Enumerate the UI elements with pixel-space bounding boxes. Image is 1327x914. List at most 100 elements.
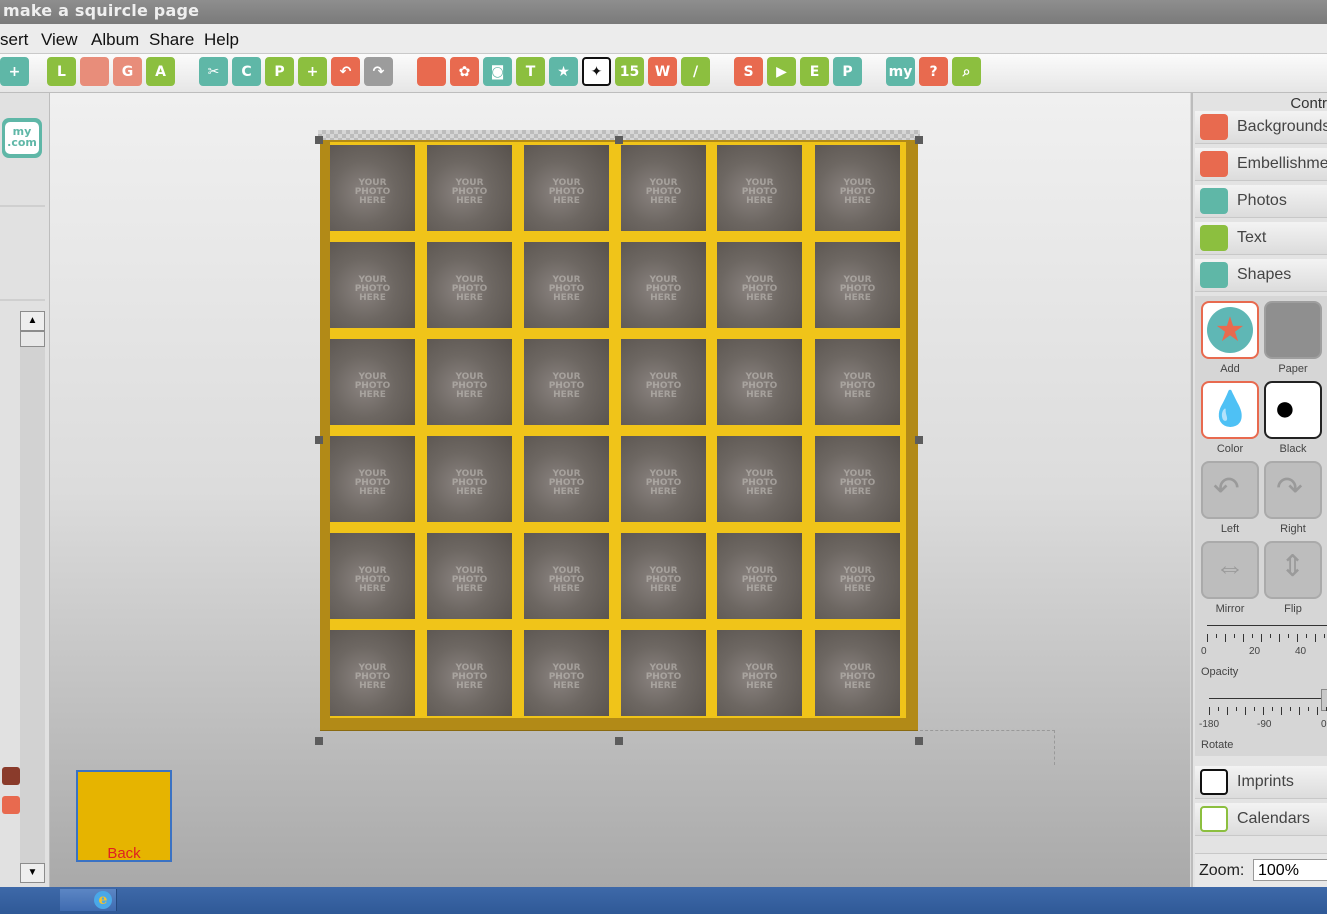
category-calendars[interactable]: Calendars bbox=[1195, 803, 1327, 836]
menu-view[interactable]: View bbox=[41, 30, 78, 50]
category-shapes[interactable]: Shapes bbox=[1195, 259, 1327, 292]
embellishments-icon[interactable]: ✿ bbox=[450, 57, 479, 86]
category-embellishmer[interactable]: Embellishmer bbox=[1195, 148, 1327, 181]
photo-placeholder[interactable]: YOUR PHOTO HERE bbox=[621, 533, 706, 619]
photo-placeholder[interactable]: YOUR PHOTO HERE bbox=[815, 145, 900, 231]
photo-placeholder[interactable]: YOUR PHOTO HERE bbox=[717, 145, 802, 231]
tool-flip[interactable]: ⇕ bbox=[1264, 541, 1322, 599]
photo-placeholder[interactable]: YOUR PHOTO HERE bbox=[621, 436, 706, 522]
photo-placeholder[interactable]: YOUR PHOTO HERE bbox=[427, 339, 512, 425]
photo-placeholder[interactable]: YOUR PHOTO HERE bbox=[524, 533, 609, 619]
scrollbar[interactable]: ▲ ▼ bbox=[20, 311, 45, 883]
page-icon[interactable] bbox=[2, 767, 20, 785]
category-backgrounds[interactable]: Backgrounds bbox=[1195, 111, 1327, 144]
scroll-up-button[interactable]: ▲ bbox=[20, 311, 45, 331]
brush-icon[interactable]: / bbox=[681, 57, 710, 86]
photo-placeholder[interactable]: YOUR PHOTO HERE bbox=[330, 339, 415, 425]
photo-placeholder[interactable]: YOUR PHOTO HERE bbox=[427, 630, 512, 716]
book-icon[interactable] bbox=[2, 796, 20, 814]
category-text[interactable]: Text bbox=[1195, 222, 1327, 255]
print-icon[interactable]: P bbox=[833, 57, 862, 86]
text-icon[interactable]: T bbox=[516, 57, 545, 86]
add-page-icon[interactable]: + bbox=[0, 57, 29, 86]
resize-handle[interactable] bbox=[615, 136, 623, 144]
category-imprints[interactable]: Imprints bbox=[1195, 766, 1327, 799]
align-icon[interactable]: A bbox=[146, 57, 175, 86]
tool-left[interactable]: ↶ bbox=[1201, 461, 1259, 519]
photo-placeholder[interactable]: YOUR PHOTO HERE bbox=[621, 145, 706, 231]
tool-color[interactable]: 💧 bbox=[1201, 381, 1259, 439]
photos-icon[interactable]: ◙ bbox=[483, 57, 512, 86]
scroll-thumb[interactable] bbox=[20, 331, 45, 347]
ruler-icon[interactable] bbox=[80, 57, 109, 86]
menu-help[interactable]: Help bbox=[204, 30, 239, 50]
photo-placeholder[interactable]: YOUR PHOTO HERE bbox=[427, 242, 512, 328]
duplicate-icon[interactable]: + bbox=[298, 57, 327, 86]
resize-handle[interactable] bbox=[315, 136, 323, 144]
tool-right[interactable]: ↷ bbox=[1264, 461, 1322, 519]
photo-placeholder[interactable]: YOUR PHOTO HERE bbox=[815, 630, 900, 716]
photo-placeholder[interactable]: YOUR PHOTO HERE bbox=[717, 533, 802, 619]
rotate-slider[interactable] bbox=[1209, 698, 1327, 699]
photo-placeholder[interactable]: YOUR PHOTO HERE bbox=[330, 630, 415, 716]
copy-icon[interactable]: C bbox=[232, 57, 261, 86]
tool-add[interactable]: ★ bbox=[1201, 301, 1259, 359]
photo-placeholder[interactable]: YOUR PHOTO HERE bbox=[717, 242, 802, 328]
mycom-icon[interactable]: my bbox=[886, 57, 915, 86]
menu-share[interactable]: Share bbox=[149, 30, 194, 50]
resize-handle[interactable] bbox=[915, 436, 923, 444]
menu-insert[interactable]: sert bbox=[0, 30, 28, 50]
menu-album[interactable]: Album bbox=[91, 30, 139, 50]
photo-placeholder[interactable]: YOUR PHOTO HERE bbox=[524, 145, 609, 231]
help-icon[interactable]: ? bbox=[919, 57, 948, 86]
photo-placeholder[interactable]: YOUR PHOTO HERE bbox=[717, 436, 802, 522]
photo-placeholder[interactable]: YOUR PHOTO HERE bbox=[815, 533, 900, 619]
photo-placeholder[interactable]: YOUR PHOTO HERE bbox=[621, 630, 706, 716]
resize-handle[interactable] bbox=[315, 436, 323, 444]
photo-placeholder[interactable]: YOUR PHOTO HERE bbox=[330, 436, 415, 522]
photo-placeholder[interactable]: YOUR PHOTO HERE bbox=[427, 436, 512, 522]
paste-icon[interactable]: P bbox=[265, 57, 294, 86]
photo-placeholder[interactable]: YOUR PHOTO HERE bbox=[330, 145, 415, 231]
photo-placeholder[interactable]: YOUR PHOTO HERE bbox=[815, 339, 900, 425]
calendar-icon[interactable]: 15 bbox=[615, 57, 644, 86]
taskbar-button[interactable]: e bbox=[60, 889, 117, 911]
photo-placeholder[interactable]: YOUR PHOTO HERE bbox=[427, 145, 512, 231]
photo-placeholder[interactable]: YOUR PHOTO HERE bbox=[815, 436, 900, 522]
slideshow-icon[interactable]: ▶ bbox=[767, 57, 796, 86]
mycom-button[interactable]: my .com bbox=[2, 118, 42, 158]
resize-handle[interactable] bbox=[615, 737, 623, 745]
photo-placeholder[interactable]: YOUR PHOTO HERE bbox=[524, 630, 609, 716]
photo-placeholder[interactable]: YOUR PHOTO HERE bbox=[524, 436, 609, 522]
wordart-icon[interactable]: W bbox=[648, 57, 677, 86]
photo-placeholder[interactable]: YOUR PHOTO HERE bbox=[621, 242, 706, 328]
photo-placeholder[interactable]: YOUR PHOTO HERE bbox=[717, 630, 802, 716]
photo-placeholder[interactable]: YOUR PHOTO HERE bbox=[427, 533, 512, 619]
undo-icon[interactable]: ↶ bbox=[331, 57, 360, 86]
imprints-icon[interactable]: ✦ bbox=[582, 57, 611, 86]
photo-grid[interactable]: YOUR PHOTO HERE YOUR PHOTO HERE YOUR PHOTO HERE Y… bbox=[330, 142, 906, 718]
internet-explorer-icon[interactable]: e bbox=[94, 891, 112, 909]
tool-mirror[interactable]: ⇔ bbox=[1201, 541, 1259, 599]
photo-placeholder[interactable]: YOUR PHOTO HERE bbox=[815, 242, 900, 328]
page-thumbnail[interactable]: Back bbox=[76, 770, 172, 862]
zoom-icon[interactable]: ⌕ bbox=[952, 57, 981, 86]
guides-icon[interactable]: G bbox=[113, 57, 142, 86]
photo-placeholder[interactable]: YOUR PHOTO HERE bbox=[524, 242, 609, 328]
photo-placeholder[interactable]: YOUR PHOTO HERE bbox=[621, 339, 706, 425]
backgrounds-icon[interactable] bbox=[417, 57, 446, 86]
redo-icon[interactable]: ↷ bbox=[364, 57, 393, 86]
resize-handle[interactable] bbox=[915, 136, 923, 144]
zoom-input[interactable]: 100% bbox=[1253, 859, 1327, 881]
photo-placeholder[interactable]: YOUR PHOTO HERE bbox=[717, 339, 802, 425]
tool-paper[interactable] bbox=[1264, 301, 1322, 359]
export-icon[interactable]: E bbox=[800, 57, 829, 86]
photo-placeholder[interactable]: YOUR PHOTO HERE bbox=[330, 242, 415, 328]
spellcheck-icon[interactable]: S bbox=[734, 57, 763, 86]
resize-handle[interactable] bbox=[315, 737, 323, 745]
photo-placeholder[interactable]: YOUR PHOTO HERE bbox=[330, 533, 415, 619]
tool-black[interactable]: ● bbox=[1264, 381, 1322, 439]
category-photos[interactable]: Photos bbox=[1195, 185, 1327, 218]
layout-icon[interactable]: L bbox=[47, 57, 76, 86]
shapes-icon[interactable]: ★ bbox=[549, 57, 578, 86]
